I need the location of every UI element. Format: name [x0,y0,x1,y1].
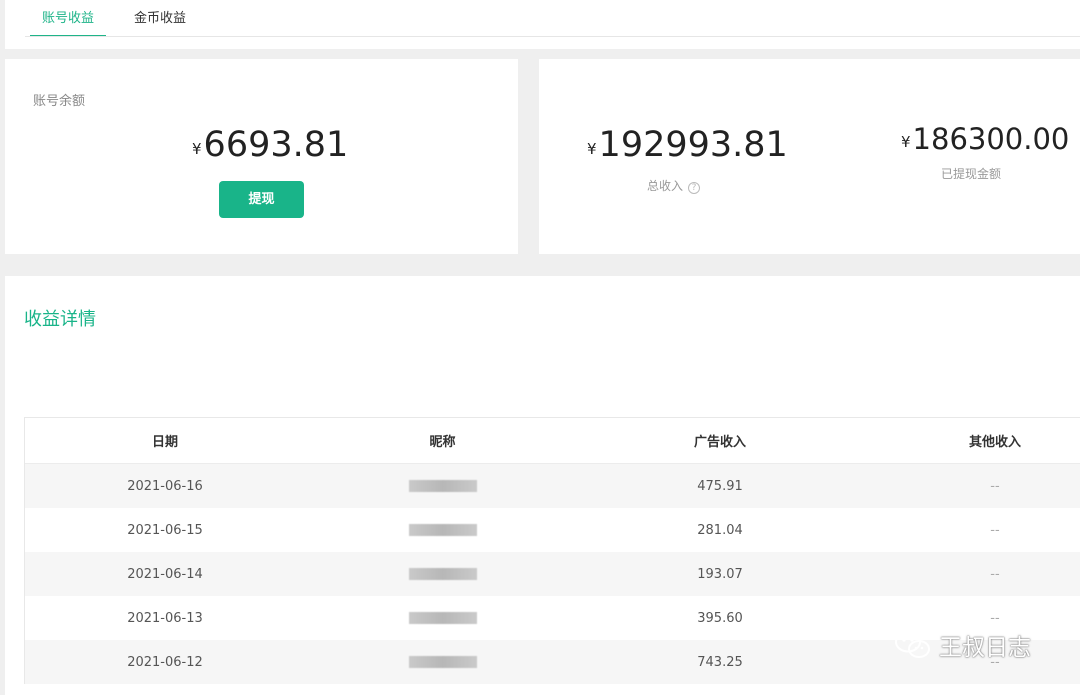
column-header-ad-income: 广告收入 [693,435,746,450]
ad-income-cell: 281.04 [697,522,743,538]
watermark: 王叔日志 [893,628,1031,662]
balance-value: 6693.81 [203,125,349,165]
nickname-cell [305,552,580,596]
blurred-nickname [408,612,477,624]
blurred-nickname [408,480,477,492]
date-cell: 2021-06-14 [127,566,203,582]
withdraw-button[interactable]: 提现 [219,181,304,218]
watermark-text: 王叔日志 [939,635,1031,661]
table-row: 2021-06-14 193.07 -- [25,552,1080,596]
date-cell: 2021-06-12 [127,654,203,670]
withdrawn-label: 已提现金额 [941,167,1002,181]
ad-income-cell: 395.60 [697,610,743,626]
total-income-label-wrap: 总收入? [647,177,701,194]
currency-symbol: ¥ [587,140,597,158]
other-income-cell: -- [990,478,1000,494]
nickname-cell [305,508,580,552]
other-income-cell: -- [990,522,1000,538]
tabs-panel: 账号收益 金币收益 [5,0,1080,49]
ad-income-cell: 743.25 [697,654,743,670]
date-cell: 2021-06-13 [127,610,203,626]
nickname-cell [305,640,580,684]
balance-amount: ¥6693.81 [192,125,348,165]
nickname-cell [305,464,580,508]
date-cell: 2021-06-15 [127,522,203,538]
table-row: 2021-06-15 281.04 -- [25,508,1080,552]
balance-label: 账号余额 [33,94,86,109]
column-header-other-income: 其他收入 [968,435,1021,450]
section-title: 收益详情 [24,309,96,330]
other-income-cell: -- [990,566,1000,582]
blurred-nickname [408,656,477,668]
table-row: 2021-06-16 475.91 -- [25,464,1080,508]
nickname-cell [305,596,580,640]
total-income-label: 总收入 [647,179,684,193]
table-header: 日期 昵称 广告收入 其他收入 [25,418,1080,464]
tabs-divider [25,36,1080,37]
column-header-date: 日期 [151,435,178,450]
withdrawn-amount: ¥186300.00 [901,122,1069,156]
blurred-nickname [408,568,477,580]
tab-coin-income[interactable]: 金币收益 [129,0,191,37]
top-bar: 账号收益 金币收益 [0,0,1080,50]
wechat-icon [895,631,930,658]
withdrawn-value: 186300.00 [912,122,1070,156]
date-cell: 2021-06-16 [127,478,203,494]
total-income-value: 192993.81 [598,125,788,165]
question-icon[interactable]: ? [688,182,701,194]
ad-income-cell: 193.07 [697,566,743,582]
column-header-nickname: 昵称 [429,435,456,450]
tab-account-income[interactable]: 账号收益 [30,0,106,37]
blurred-nickname [408,524,477,536]
balance-card: 账号余额 ¥6693.81 提现 [5,59,518,254]
currency-symbol: ¥ [901,133,911,151]
currency-symbol: ¥ [192,140,202,158]
income-card: ¥192993.81 总收入? ¥186300.00 已提现金额 [539,59,1080,254]
ad-income-cell: 475.91 [697,478,743,494]
total-income-amount: ¥192993.81 [587,125,788,165]
